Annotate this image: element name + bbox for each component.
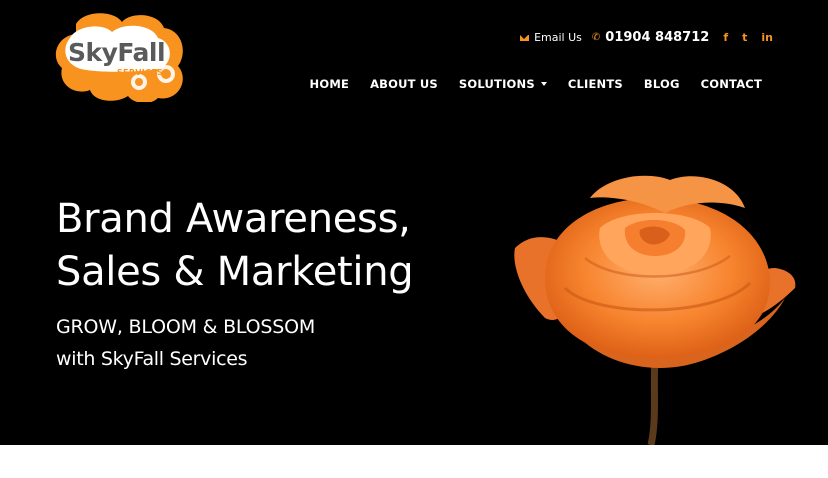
headline-line-2: Sales & Marketing: [56, 249, 414, 295]
logo[interactable]: SkyFall SERVICES: [54, 12, 188, 102]
nav-solutions-label: SOLUTIONS: [458, 77, 535, 91]
hero-section: SkyFall SERVICES Email Us ✆ 01904 848712…: [0, 0, 828, 445]
contact-bar: Email Us ✆ 01904 848712 f t in: [510, 30, 773, 45]
facebook-icon[interactable]: f: [723, 31, 728, 44]
main-nav: HOME ABOUT US SOLUTIONS CLIENTS BLOG CON…: [289, 77, 762, 91]
phone-link[interactable]: ✆ 01904 848712: [592, 30, 709, 45]
chevron-down-icon: [540, 82, 547, 86]
hero-subheading: GROW, BLOOM & BLOSSOM: [56, 316, 316, 338]
nav-clients[interactable]: CLIENTS: [568, 77, 623, 91]
headline-line-1: Brand Awareness,: [56, 196, 411, 242]
nav-solutions[interactable]: SOLUTIONS: [459, 77, 547, 91]
envelope-icon: [520, 34, 530, 41]
nav-about-us[interactable]: ABOUT US: [370, 77, 438, 91]
nav-home[interactable]: HOME: [310, 77, 350, 91]
linkedin-icon[interactable]: in: [761, 31, 773, 44]
logo-tagline: SERVICES: [117, 68, 164, 77]
nav-contact[interactable]: CONTACT: [701, 77, 762, 91]
phone-icon: ✆: [591, 32, 601, 43]
phone-number: 01904 848712: [605, 30, 710, 45]
logo-wordmark: SkyFall: [68, 38, 166, 67]
email-label: Email Us: [534, 31, 582, 44]
content-area: [0, 445, 828, 478]
hero-subtext: with SkyFall Services: [56, 348, 248, 370]
hero-headline: Brand Awareness, Sales & Marketing: [56, 193, 414, 299]
email-link[interactable]: Email Us: [520, 31, 582, 44]
twitter-icon[interactable]: t: [742, 31, 747, 44]
nav-blog[interactable]: BLOG: [644, 77, 680, 91]
rose-image: [505, 168, 805, 445]
